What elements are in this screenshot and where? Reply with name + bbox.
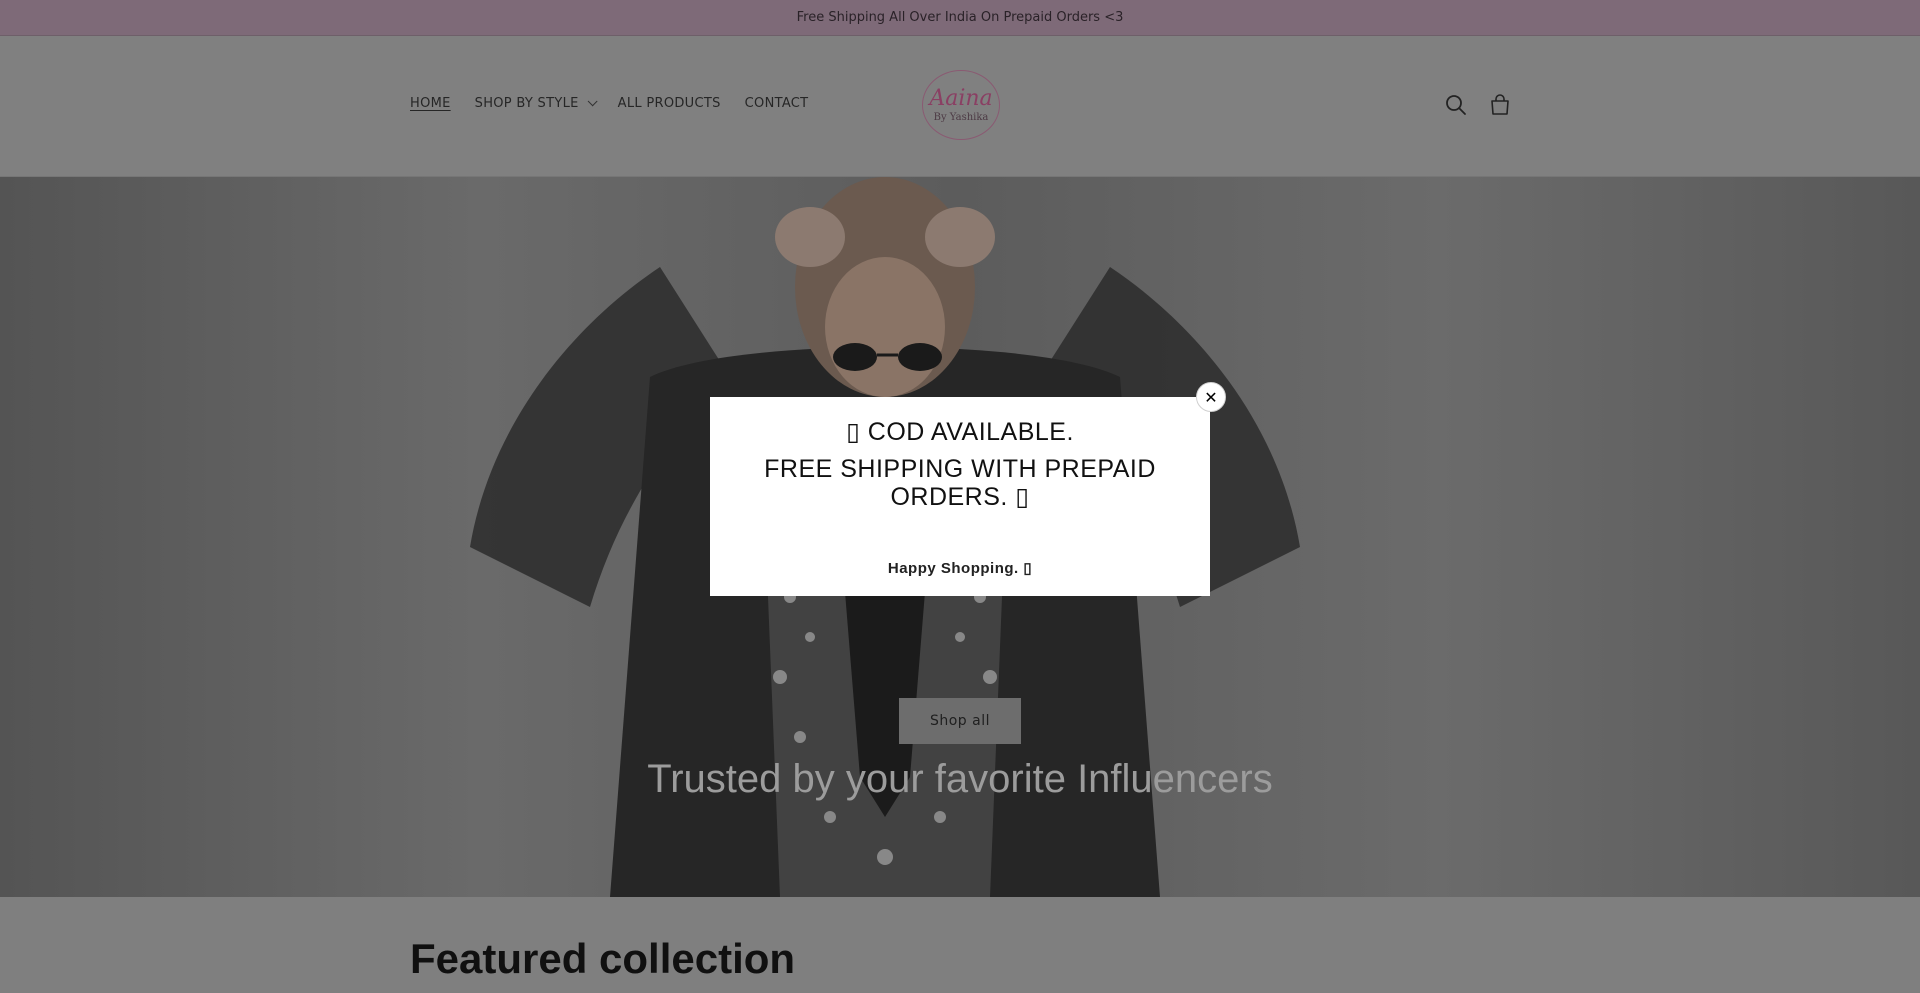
announcement-bar: Free Shipping All Over India On Prepaid … (0, 0, 1920, 36)
close-icon: ✕ (1204, 387, 1218, 407)
site-header: HOME SHOP BY STYLE ALL PRODUCTS CONTACT … (0, 36, 1920, 177)
shop-all-button[interactable]: Shop all (899, 698, 1021, 744)
popup-happy-shopping-text: Happy Shopping. ▯ (887, 560, 1033, 577)
popup-cod-text: ▯ COD AVAILABLE. (846, 418, 1074, 446)
nav-home[interactable]: HOME (410, 96, 451, 111)
nav-shop-by-style[interactable]: SHOP BY STYLE (474, 96, 598, 111)
announcement-text: Free Shipping All Over India On Prepaid … (796, 10, 1124, 25)
logo-sub-text: By Yashika (933, 111, 989, 123)
hero-caption: Trusted by your favorite Influencers (647, 757, 1273, 801)
search-icon[interactable] (1443, 92, 1469, 118)
main-nav: HOME SHOP BY STYLE ALL PRODUCTS CONTACT (410, 96, 832, 111)
promo-popup: ▯ COD AVAILABLE. FREE SHIPPING WITH PREP… (710, 397, 1210, 596)
popup-close-button[interactable]: ✕ (1196, 382, 1226, 412)
featured-collection-section: Featured collection (0, 897, 1920, 993)
logo-main-text: Aaina (929, 85, 993, 111)
popup-shipping-text: FREE SHIPPING WITH PREPAID ORDERS. ▯ (764, 455, 1156, 511)
header-icons (1443, 92, 1531, 118)
chevron-down-icon (587, 96, 598, 107)
cart-icon[interactable] (1487, 92, 1513, 118)
nav-shop-by-style-label: SHOP BY STYLE (474, 96, 579, 111)
site-logo[interactable]: Aaina By Yashika (922, 70, 1000, 140)
featured-collection-title: Featured collection (410, 935, 796, 982)
nav-contact[interactable]: CONTACT (745, 96, 809, 111)
nav-all-products[interactable]: ALL PRODUCTS (618, 96, 721, 111)
